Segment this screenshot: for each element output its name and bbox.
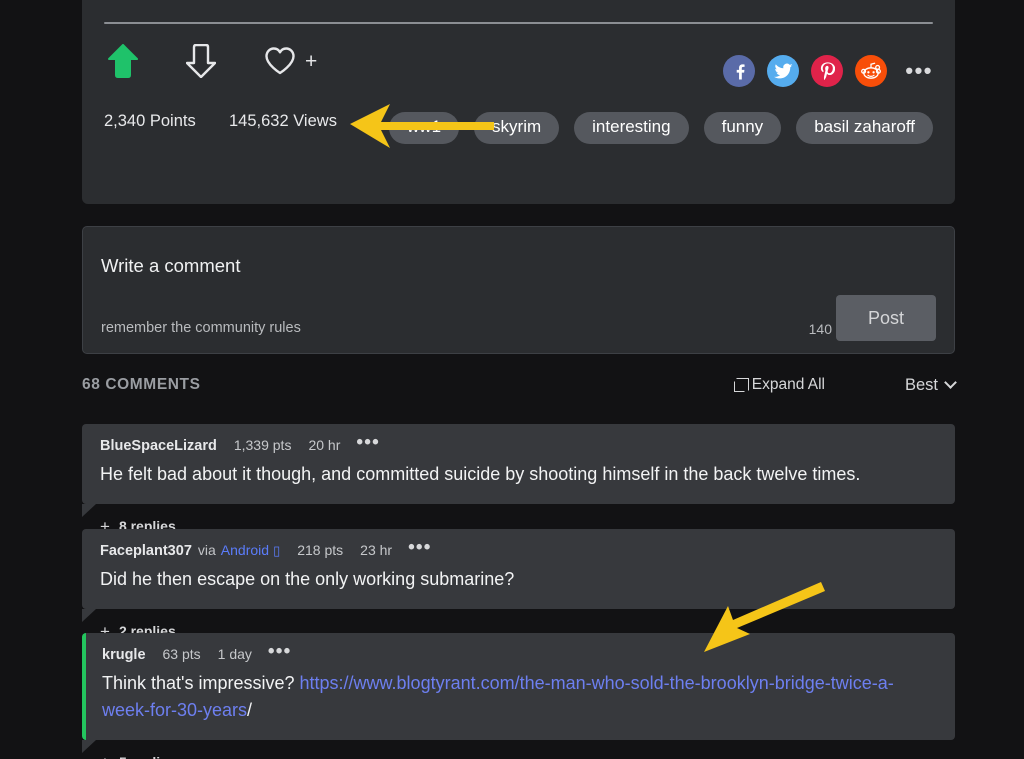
comment-points: 1,339 pts [234, 436, 292, 456]
comment-bubble: krugle 63 pts 1 day ••• Think that's imp… [82, 633, 955, 740]
sort-dropdown[interactable]: Best [905, 376, 955, 395]
tag-pill[interactable]: funny [704, 112, 782, 144]
heart-icon [264, 46, 296, 76]
comment-timestamp: 23 hr [360, 541, 392, 561]
comment-author[interactable]: Faceplant307 [100, 541, 192, 561]
arrow-up-icon [108, 44, 138, 78]
comment-more-icon[interactable]: ••• [356, 439, 380, 447]
pinterest-share-icon[interactable] [811, 55, 843, 87]
comment-text: He felt bad about it though, and committ… [100, 461, 937, 488]
comment-points: 218 pts [297, 541, 343, 561]
tag-pill[interactable]: ww1 [389, 112, 459, 144]
comment-via-label: via [198, 541, 216, 561]
comment-points: 63 pts [163, 645, 201, 665]
favorite-plus-icon: + [305, 51, 317, 72]
comment-meta: Faceplant307 via Android ▯ 218 pts 23 hr… [100, 541, 937, 561]
mobile-device-icon: ▯ [273, 542, 280, 560]
expand-all-button[interactable]: Expand All [734, 376, 825, 394]
plus-icon: + [100, 754, 110, 759]
points-count: 2,340 Points [104, 112, 229, 131]
comment-composer[interactable]: Write a comment remember the community r… [82, 226, 955, 354]
post-comment-button[interactable]: Post [836, 295, 936, 341]
comment-platform-link[interactable]: Android [221, 541, 269, 561]
facebook-share-icon[interactable] [723, 55, 755, 87]
comment-more-icon[interactable]: ••• [268, 648, 292, 656]
comment-meta: krugle 63 pts 1 day ••• [102, 645, 937, 665]
composer-rules-hint: remember the community rules [101, 320, 301, 336]
post-comments-page: + 2,340 Points 145,632 Views ••• ww [0, 0, 1024, 759]
favorite-button[interactable]: + [260, 38, 338, 84]
character-counter: 140 [809, 321, 832, 337]
comment-text-prefix: Think that's impressive? [102, 673, 300, 693]
comment-bubble: BlueSpaceLizard 1,339 pts 20 hr ••• He f… [82, 424, 955, 504]
comment-more-icon[interactable]: ••• [408, 544, 432, 552]
post-footer-card: + 2,340 Points 145,632 Views ••• ww [82, 0, 955, 204]
post-stats: 2,340 Points 145,632 Views [104, 112, 337, 131]
post-action-row: + [104, 38, 338, 84]
comment-text: Think that's impressive? https://www.blo… [102, 670, 937, 723]
comment-author[interactable]: BlueSpaceLizard [100, 436, 217, 456]
comment-item: krugle 63 pts 1 day ••• Think that's imp… [82, 633, 955, 759]
post-tag-list: ww1 skyrim interesting funny basil zahar… [373, 112, 933, 144]
arrow-down-icon [186, 44, 216, 78]
upvote-button[interactable] [104, 38, 182, 84]
tag-pill[interactable]: basil zaharoff [796, 112, 933, 144]
comments-header: 68 COMMENTS Expand All Best [82, 376, 955, 402]
reddit-glyph [861, 62, 881, 80]
replies-count-label: 5 replies [119, 754, 176, 759]
expand-all-label: Expand All [752, 376, 825, 394]
views-count: 145,632 Views [229, 112, 337, 131]
show-replies-button[interactable]: + 5 replies [100, 754, 955, 759]
chevron-down-icon [944, 376, 957, 389]
downvote-button[interactable] [182, 38, 260, 84]
comment-meta: BlueSpaceLizard 1,339 pts 20 hr ••• [100, 436, 937, 456]
comment-author[interactable]: krugle [102, 645, 146, 665]
comment-text-suffix: / [247, 700, 252, 720]
comment-timestamp: 20 hr [308, 436, 340, 456]
tag-pill[interactable]: interesting [574, 112, 688, 144]
comment-timestamp: 1 day [218, 645, 252, 665]
comment-text: Did he then escape on the only working s… [100, 566, 937, 593]
twitter-share-icon[interactable] [767, 55, 799, 87]
comment-item: BlueSpaceLizard 1,339 pts 20 hr ••• He f… [82, 424, 955, 535]
content-divider [104, 22, 933, 24]
comment-item: Faceplant307 via Android ▯ 218 pts 23 hr… [82, 529, 955, 640]
comment-bubble: Faceplant307 via Android ▯ 218 pts 23 hr… [82, 529, 955, 609]
expand-icon [734, 381, 745, 392]
composer-input[interactable]: Write a comment [101, 255, 240, 277]
more-share-options-icon[interactable]: ••• [905, 65, 933, 77]
social-share-row: ••• [723, 55, 933, 87]
sort-label: Best [905, 376, 938, 395]
comments-count-label: 68 COMMENTS [82, 376, 201, 394]
reddit-share-icon[interactable] [855, 55, 887, 87]
tag-pill[interactable]: skyrim [474, 112, 559, 144]
